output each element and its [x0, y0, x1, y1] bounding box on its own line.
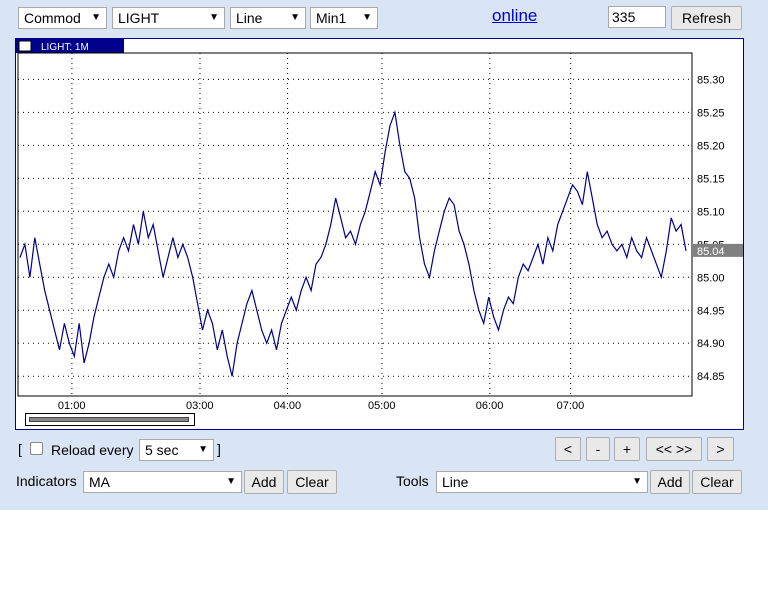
chevron-down-icon: ▼: [290, 12, 300, 23]
add-indicator-button[interactable]: Add: [244, 470, 284, 494]
x-tick-label: 01:00: [58, 400, 86, 412]
reload-label: Reload every: [51, 442, 134, 458]
tool-select-value: Line: [442, 474, 469, 490]
chevron-down-icon: ▼: [632, 476, 642, 487]
plot-border: [17, 52, 693, 397]
zoom-out-button[interactable]: -: [586, 437, 610, 461]
chevron-down-icon: ▼: [198, 444, 208, 455]
tools-label: Tools: [396, 473, 429, 489]
reload-close-bracket: ]: [217, 441, 221, 457]
chart-type-select[interactable]: Line ▼: [230, 7, 306, 29]
market-select-value: Commod: [24, 10, 81, 26]
line-chart: LIGHT: 1M84.8584.9084.9585.0085.0585.108…: [16, 39, 743, 412]
last-price-label: 85.04: [697, 246, 725, 258]
chevron-down-icon: ▼: [362, 12, 372, 23]
y-tick-label: 84.85: [697, 371, 725, 383]
reload-checkbox[interactable]: [30, 442, 43, 455]
x-tick-label: 07:00: [557, 400, 585, 412]
chart-type-select-value: Line: [236, 10, 263, 26]
chart-area[interactable]: LIGHT: 1M84.8584.9084.9585.0085.0585.108…: [15, 38, 744, 430]
chart-scrollbar[interactable]: [25, 413, 195, 426]
x-tick-label: 05:00: [368, 400, 396, 412]
y-tick-label: 85.30: [697, 74, 725, 86]
scroll-right-button[interactable]: >: [707, 437, 734, 461]
chart-icon: [18, 40, 32, 52]
y-tick-label: 85.00: [697, 272, 725, 284]
chevron-down-icon: ▼: [91, 12, 101, 23]
indicator-select[interactable]: MA ▼: [83, 471, 242, 493]
zoom-in-button[interactable]: +: [614, 437, 640, 461]
add-tool-button[interactable]: Add: [650, 470, 690, 494]
reload-interval-value: 5 sec: [145, 442, 179, 458]
reload-interval-select[interactable]: 5 sec ▼: [139, 439, 214, 461]
y-tick-label: 85.10: [697, 206, 725, 218]
interval-select[interactable]: Min1 ▼: [310, 7, 378, 29]
chart-title: LIGHT: 1M: [41, 42, 89, 53]
clear-indicators-button[interactable]: Clear: [287, 470, 337, 494]
fit-all-button[interactable]: << >>: [646, 437, 702, 461]
symbol-select[interactable]: LIGHT ▼: [112, 7, 225, 29]
indicators-label: Indicators: [16, 473, 77, 489]
clear-tools-button[interactable]: Clear: [692, 470, 742, 494]
online-link[interactable]: online: [492, 6, 537, 26]
y-tick-label: 84.95: [697, 305, 725, 317]
y-tick-label: 85.15: [697, 173, 725, 185]
reload-open-bracket: [: [18, 441, 22, 457]
chart-panel: Commod ▼ LIGHT ▼ Line ▼ Min1 ▼ online 33…: [0, 0, 768, 510]
x-tick-label: 04:00: [274, 400, 302, 412]
y-tick-label: 85.25: [697, 107, 725, 119]
market-select[interactable]: Commod ▼: [18, 7, 107, 29]
y-tick-label: 84.90: [697, 338, 725, 350]
count-input[interactable]: 335: [608, 6, 666, 28]
x-tick-label: 06:00: [476, 400, 504, 412]
chevron-down-icon: ▼: [226, 476, 236, 487]
scroll-left-button[interactable]: <: [555, 437, 581, 461]
tool-select[interactable]: Line ▼: [436, 471, 648, 493]
y-tick-label: 85.20: [697, 140, 725, 152]
x-tick-label: 03:00: [186, 400, 214, 412]
scrollbar-thumb[interactable]: [29, 417, 189, 422]
chevron-down-icon: ▼: [209, 12, 219, 23]
indicator-select-value: MA: [89, 474, 110, 490]
refresh-button[interactable]: Refresh: [671, 6, 742, 30]
symbol-select-value: LIGHT: [118, 10, 160, 26]
interval-select-value: Min1: [316, 10, 347, 26]
